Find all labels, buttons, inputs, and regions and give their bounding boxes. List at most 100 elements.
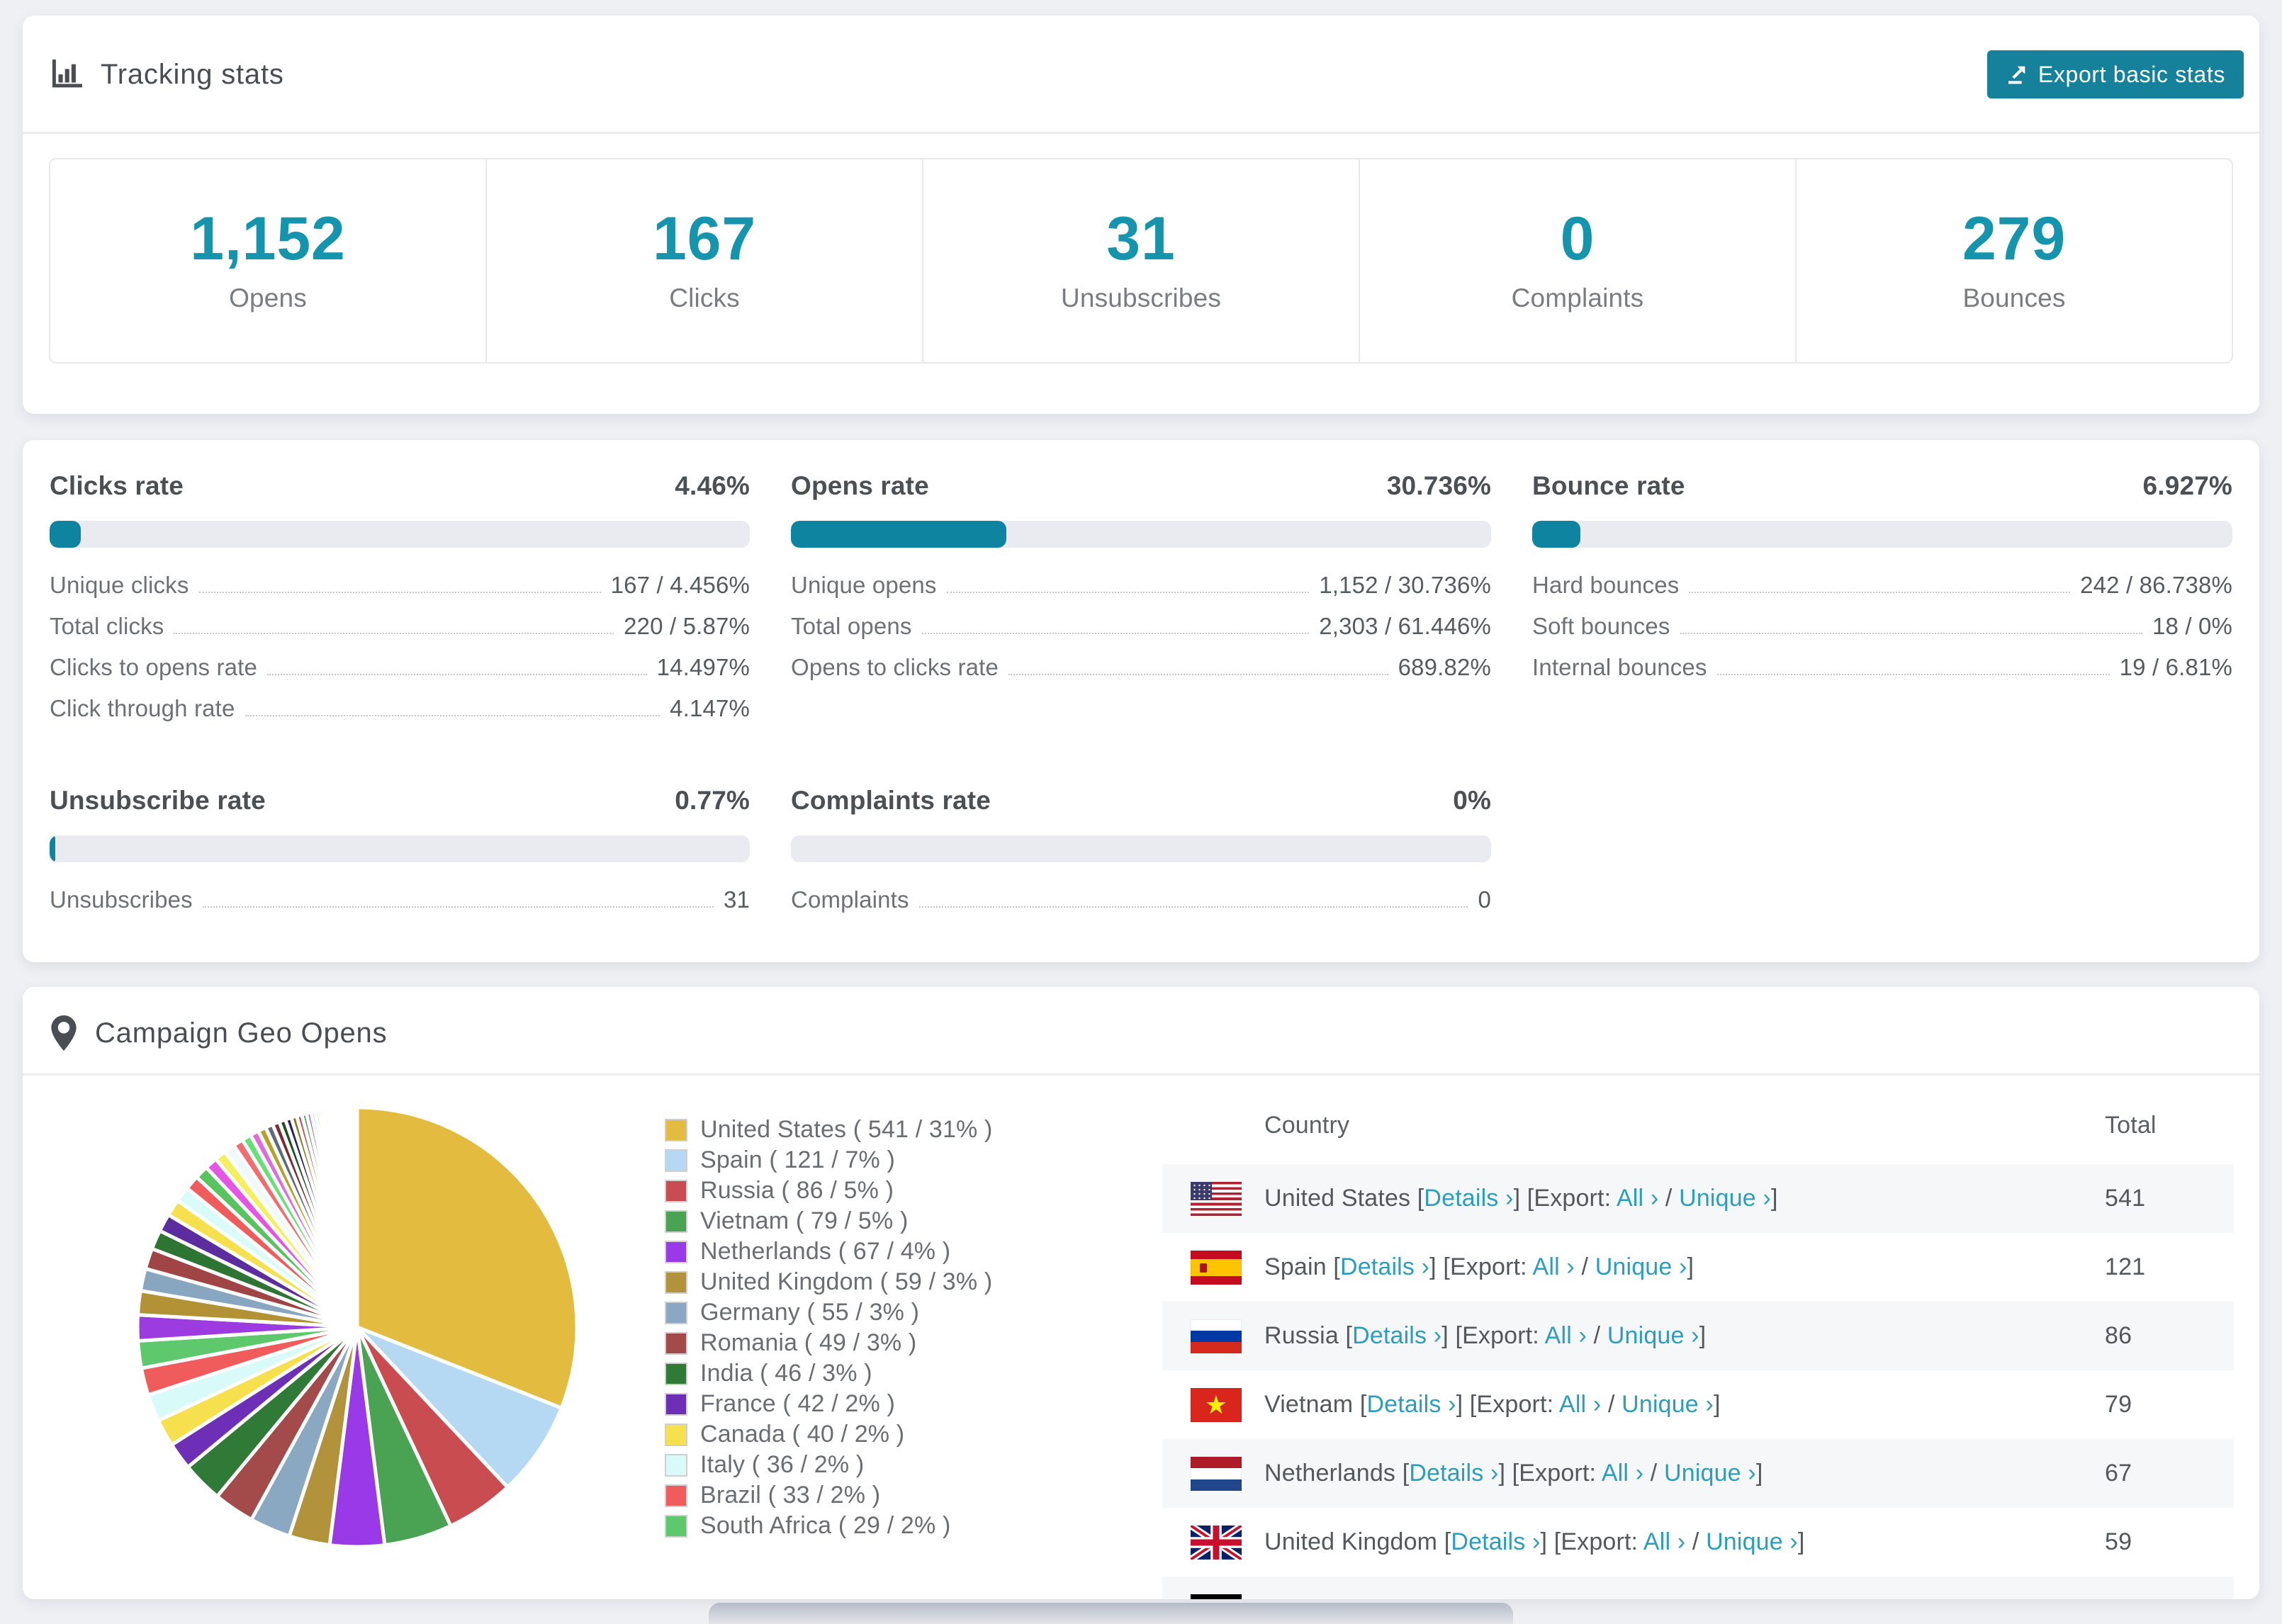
rate-row-value: 18 / 0% [2152, 613, 2232, 640]
rate-value: 0.77% [675, 786, 750, 815]
legend-item: Germany ( 55 / 3% ) [665, 1297, 993, 1328]
legend-swatch [665, 1118, 687, 1141]
country-cell [1191, 1594, 2234, 1599]
rate-row-label: Unique clicks [50, 572, 189, 599]
legend-item: Russia ( 86 / 5% ) [665, 1175, 993, 1206]
export-all-link[interactable]: All › [1533, 1253, 1575, 1280]
dotted-leader [1008, 674, 1388, 675]
rate-row: Hard bounces 242 / 86.738% [1532, 572, 2232, 599]
geo-opens-title: Campaign Geo Opens [95, 1017, 388, 1049]
pie-slice[interactable] [354, 1105, 359, 1328]
dotted-leader [921, 633, 1310, 634]
legend-label: Canada ( 40 / 2% ) [700, 1421, 905, 1448]
export-unique-link[interactable]: Unique › [1607, 1322, 1699, 1349]
total-cell: 67 [2105, 1460, 2132, 1487]
rate-row-value: 167 / 4.456% [610, 572, 750, 599]
column-header-country: Country [1264, 1111, 1350, 1139]
country-name: Netherlands [ [1264, 1460, 1410, 1487]
rate-title: Clicks rate [50, 471, 184, 500]
export-all-link[interactable]: All › [1602, 1460, 1643, 1487]
progress-bar [50, 835, 750, 862]
legend-label: Germany ( 55 / 3% ) [700, 1299, 920, 1326]
country-name: United Kingdom [ [1264, 1528, 1451, 1555]
rate-title: Complaints rate [791, 786, 991, 815]
rate-row-label: Complaints [791, 886, 909, 913]
dotted-leader [202, 906, 714, 908]
rate-block-unsubscribe-rate: Unsubscribe rate 0.77% Unsubscribes 31 [50, 786, 750, 930]
total-cell: 79 [2105, 1391, 2132, 1418]
rate-row-label: Soft bounces [1532, 613, 1670, 640]
details-link[interactable]: Details › [1424, 1185, 1513, 1212]
rate-row-value: 2,303 / 61.446% [1319, 613, 1491, 640]
stat-box-complaints: 0 Complaints [1360, 159, 1797, 362]
dotted-leader [1689, 592, 2071, 593]
geo-opens-table: Country Total United States [Details ›] … [1162, 1086, 2234, 1599]
rate-row-label: Opens to clicks rate [791, 654, 999, 681]
export-unique-link[interactable]: Unique › [1595, 1253, 1687, 1280]
country-name: Spain [ [1264, 1253, 1340, 1280]
legend-swatch [665, 1392, 687, 1416]
export-unique-link[interactable]: Unique › [1664, 1460, 1756, 1487]
legend-swatch [665, 1179, 687, 1202]
total-cell: 541 [2105, 1185, 2146, 1212]
legend-label: United Kingdom ( 59 / 3% ) [700, 1268, 993, 1295]
nl-flag-icon [1191, 1456, 1242, 1491]
geo-opens-pie-chart [135, 1105, 579, 1549]
stat-value: 0 [1560, 205, 1595, 273]
dotted-leader [174, 633, 614, 634]
horizontal-scrollbar[interactable] [709, 1603, 1513, 1624]
details-link[interactable]: Details › [1409, 1460, 1498, 1487]
legend-swatch [665, 1423, 687, 1446]
tracking-stats-header: Tracking stats Export basic stats [23, 16, 2259, 115]
rate-row-value: 0 [1478, 886, 1491, 913]
legend-label: Vietnam ( 79 / 5% ) [700, 1207, 909, 1234]
geo-opens-header: Campaign Geo Opens [23, 987, 2259, 1051]
column-header-total: Total [2105, 1111, 2157, 1139]
legend-label: Spain ( 121 / 7% ) [700, 1146, 896, 1173]
details-link[interactable]: Details › [1352, 1322, 1441, 1349]
stat-label: Complaints [1511, 283, 1644, 312]
stat-box-opens: 1,152 Opens [50, 159, 487, 362]
legend-swatch [665, 1362, 687, 1385]
rate-row-value: 19 / 6.81% [2119, 654, 2232, 681]
country-name: Russia [ [1264, 1322, 1353, 1349]
export-basic-stats-label: Export basic stats [2038, 61, 2225, 87]
details-link[interactable]: Details › [1451, 1528, 1540, 1555]
rate-row-value: 242 / 86.738% [2080, 572, 2232, 599]
map-pin-icon [51, 1015, 77, 1051]
legend-label: Brazil ( 33 / 2% ) [700, 1482, 881, 1509]
rates-grid: Clicks rate 4.46% Unique clicks 167 / 4.456… [23, 440, 2259, 930]
rate-row-value: 220 / 5.87% [624, 613, 750, 640]
export-unique-link[interactable]: Unique › [1706, 1528, 1798, 1555]
stat-value: 279 [1962, 205, 2067, 273]
export-all-link[interactable]: All › [1559, 1391, 1601, 1418]
rate-block-opens-rate: Opens rate 30.736% Unique opens 1,152 / 30.… [791, 471, 1491, 739]
vn-flag-icon: ★ [1191, 1387, 1242, 1422]
legend-item: India ( 46 / 3% ) [665, 1358, 993, 1389]
geo-table-rows: United States [Details ›] [Export: All ›… [1162, 1164, 2234, 1599]
table-row-partial [1162, 1577, 2234, 1599]
export-unique-link[interactable]: Unique › [1621, 1391, 1714, 1418]
rate-row: Clicks to opens rate 14.497% [50, 655, 750, 680]
dotted-leader [267, 674, 647, 675]
details-link[interactable]: Details › [1366, 1391, 1456, 1418]
rate-row-label: Unique opens [791, 572, 937, 599]
export-all-link[interactable]: All › [1617, 1185, 1658, 1212]
export-all-link[interactable]: All › [1643, 1528, 1685, 1555]
country-cell: United Kingdom [Details ›] [Export: All … [1191, 1525, 2105, 1560]
country-cell: Netherlands [Details ›] [Export: All › /… [1191, 1456, 2105, 1491]
dotted-leader [918, 906, 1468, 908]
legend-label: South Africa ( 29 / 2% ) [700, 1512, 951, 1539]
progress-bar [1532, 521, 2232, 548]
rate-row-value: 31 [723, 886, 750, 913]
rate-row-label: Total opens [791, 613, 912, 640]
pie-legend: United States ( 541 / 31% ) Spain ( 121 /… [665, 1115, 993, 1541]
export-all-link[interactable]: All › [1545, 1322, 1587, 1349]
legend-item: Spain ( 121 / 7% ) [665, 1145, 993, 1175]
export-basic-stats-button[interactable]: Export basic stats [1986, 50, 2244, 98]
details-link[interactable]: Details › [1340, 1253, 1429, 1280]
stat-label: Unsubscribes [1060, 283, 1222, 312]
export-unique-link[interactable]: Unique › [1679, 1185, 1771, 1212]
stat-label: Opens [229, 283, 307, 312]
country-cell: Spain [Details ›] [Export: All › / Uniqu… [1191, 1250, 2105, 1285]
